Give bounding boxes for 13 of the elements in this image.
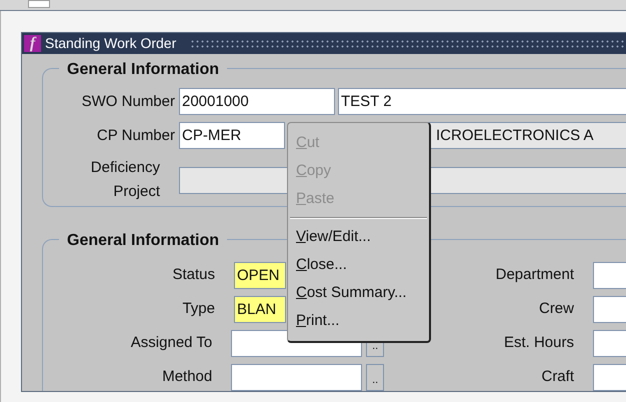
field-label: Method (161, 367, 212, 388)
field-label: Status (171, 265, 215, 286)
field-label: Assigned To (130, 333, 212, 354)
field-label: Deficiency Project (90, 158, 160, 202)
app-logo: f (24, 35, 41, 52)
field-label: SWO Number (80, 92, 175, 112)
field-label: Crew (538, 299, 574, 320)
field-label: Craft (540, 367, 574, 388)
field-label: Est. Hours (502, 333, 574, 354)
field-label: CP Number (96, 126, 175, 146)
field-label: Department (494, 265, 574, 286)
field-label: Type (181, 299, 215, 320)
window-title: Standing Work Order (45, 34, 176, 53)
